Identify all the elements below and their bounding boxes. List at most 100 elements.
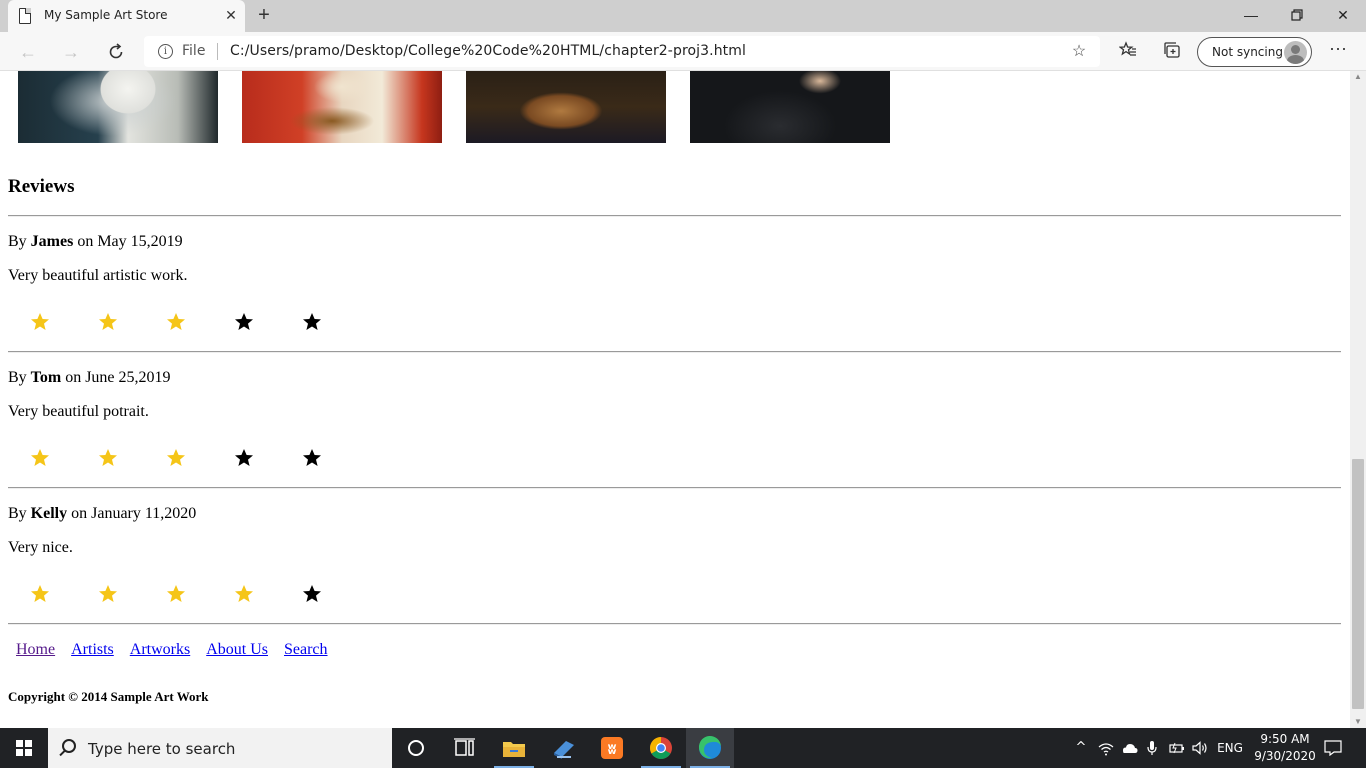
edge-icon[interactable] (686, 728, 734, 768)
review-text: Very nice. (8, 539, 73, 556)
footer-link-artworks[interactable]: Artworks (130, 641, 190, 658)
volume-icon[interactable] (1190, 728, 1212, 768)
star-filled-icon (31, 449, 49, 466)
collections-icon[interactable] (1161, 41, 1183, 63)
sync-label: Not syncing (1212, 45, 1283, 59)
windows-logo-icon (16, 740, 32, 756)
close-window-icon[interactable]: ✕ (1320, 0, 1366, 30)
artwork-image[interactable] (242, 71, 442, 143)
address-separator (217, 43, 218, 60)
divider (8, 215, 1341, 217)
svg-text:ʬ: ʬ (608, 740, 617, 758)
show-hidden-icons[interactable]: ^ (1072, 728, 1090, 768)
notifications-icon[interactable] (1320, 728, 1346, 768)
copyright: Copyright © 2014 Sample Art Work (8, 689, 209, 704)
review-byline: By James on May 15,2019 (8, 233, 183, 251)
star-empty-icon (235, 313, 253, 330)
new-tab-icon[interactable]: + (253, 4, 275, 26)
review-author: James (30, 233, 74, 250)
review-byline: By Tom on June 25,2019 (8, 369, 171, 387)
app-icon[interactable] (540, 728, 588, 768)
footer-link-search[interactable]: Search (284, 641, 328, 658)
favorite-star-icon[interactable]: ☆ (1068, 41, 1090, 63)
refresh-icon[interactable] (102, 38, 130, 66)
scroll-up-icon[interactable]: ▲ (1350, 71, 1366, 83)
star-empty-icon (303, 585, 321, 602)
review-by-prefix: By (8, 505, 31, 522)
review-text: Very beautiful potrait. (8, 403, 149, 420)
review-byline: By Kelly on January 11,2020 (8, 505, 196, 523)
star-filled-icon (167, 585, 185, 602)
back-icon[interactable]: ← (14, 38, 42, 66)
footer-link-about-us[interactable]: About Us (206, 641, 268, 658)
reviews-heading: Reviews (8, 176, 75, 197)
footer-nav: Home Artists Artworks About Us Search (16, 641, 344, 659)
artwork-image[interactable] (18, 71, 218, 143)
search-placeholder: Type here to search (88, 740, 236, 758)
forward-icon[interactable]: → (57, 38, 85, 66)
artwork-image[interactable] (690, 71, 890, 143)
review-author: Kelly (30, 505, 68, 522)
star-filled-icon (167, 449, 185, 466)
review-date: January 11,2020 (91, 505, 197, 522)
review-date-prefix: on (67, 505, 92, 522)
review-by-prefix: By (8, 233, 31, 250)
taskbar: Type here to search ʬ ^ ENG 9:50 AM 9/30… (0, 728, 1366, 768)
star-filled-icon (31, 585, 49, 602)
avatar (1284, 41, 1307, 64)
address-scheme-label: File (182, 43, 206, 59)
file-explorer-icon[interactable] (490, 728, 538, 768)
scroll-thumb[interactable] (1352, 459, 1364, 709)
taskbar-search[interactable]: Type here to search (48, 728, 392, 768)
divider (8, 351, 1341, 353)
url-text[interactable]: C:/Users/pramo/Desktop/College%20Code%20… (230, 43, 746, 59)
close-tab-icon[interactable]: ✕ (222, 6, 240, 24)
start-button[interactable] (0, 728, 48, 768)
tab-strip: My Sample Art Store ✕ + — ✕ (0, 0, 1366, 32)
clock-time: 9:50 AM (1260, 732, 1310, 746)
artwork-image[interactable] (466, 71, 666, 143)
xampp-icon[interactable]: ʬ (588, 728, 636, 768)
scroll-down-icon[interactable]: ▼ (1350, 716, 1366, 728)
search-icon (62, 739, 76, 753)
review-by-prefix: By (8, 369, 31, 386)
clock[interactable]: 9:50 AM 9/30/2020 (1250, 731, 1320, 765)
task-view-icon[interactable] (440, 728, 488, 768)
footer-link-artists[interactable]: Artists (71, 641, 114, 658)
info-icon[interactable]: i (158, 44, 173, 59)
star-filled-icon (99, 585, 117, 602)
more-icon[interactable]: ··· (1326, 38, 1350, 62)
star-empty-icon (303, 449, 321, 466)
onedrive-icon[interactable] (1119, 728, 1139, 768)
divider (8, 487, 1341, 489)
cortana-icon[interactable] (392, 728, 440, 768)
review-author: Tom (30, 369, 62, 386)
language-indicator[interactable]: ENG (1214, 728, 1246, 768)
sync-button[interactable]: Not syncing (1197, 37, 1312, 67)
minimize-icon[interactable]: — (1228, 0, 1274, 30)
review-date-prefix: on (73, 233, 98, 250)
favorites-icon[interactable] (1117, 41, 1139, 63)
page-scrollbar[interactable]: ▲ ▼ (1350, 71, 1366, 728)
battery-icon[interactable] (1166, 728, 1188, 768)
address-bar[interactable]: i File C:/Users/pramo/Desktop/College%20… (144, 36, 1100, 67)
wifi-icon[interactable] (1096, 728, 1116, 768)
clock-date: 9/30/2020 (1254, 749, 1316, 763)
review-date-prefix: on (61, 369, 86, 386)
microphone-icon[interactable] (1143, 728, 1161, 768)
review-date: May 15,2019 (97, 233, 183, 250)
restore-icon[interactable] (1274, 0, 1320, 30)
review-date: June 25,2019 (85, 369, 171, 386)
chrome-icon[interactable] (637, 728, 685, 768)
page-icon (19, 8, 31, 24)
page-viewport: Reviews By James on May 15,2019 Very bea… (0, 71, 1350, 728)
star-filled-icon (99, 449, 117, 466)
browser-toolbar: ← → i File C:/Users/pramo/Desktop/Colleg… (0, 32, 1366, 71)
review-text: Very beautiful artistic work. (8, 267, 188, 284)
star-empty-icon (303, 313, 321, 330)
star-filled-icon (235, 585, 253, 602)
browser-tab[interactable]: My Sample Art Store ✕ (8, 0, 245, 32)
divider (8, 623, 1341, 625)
star-empty-icon (235, 449, 253, 466)
footer-link-home[interactable]: Home (16, 641, 55, 658)
